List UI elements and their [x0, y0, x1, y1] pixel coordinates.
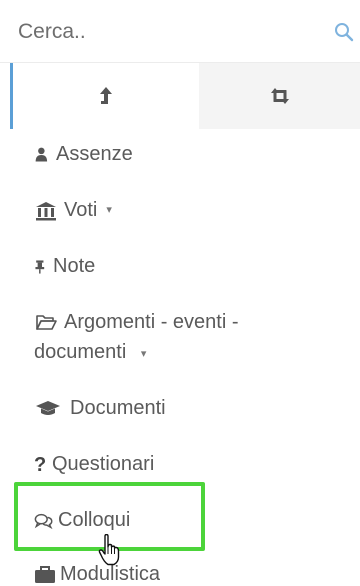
menu-item-label: Modulistica [60, 563, 161, 585]
menu-item-modulistica[interactable]: Modulistica [34, 563, 160, 586]
menu-item-label: Questionari [52, 453, 155, 475]
level-up-icon [100, 87, 112, 104]
chevron-down-icon: ▾ [106, 204, 112, 216]
sidebar-tabs [0, 63, 360, 129]
briefcase-icon [35, 565, 55, 583]
user-icon [35, 147, 48, 162]
menu-item-documenti[interactable]: Documenti [34, 397, 166, 420]
menu-item-argomenti[interactable]: Argomenti - eventi - documenti ▾ [34, 307, 334, 370]
folder-open-icon [36, 315, 57, 330]
menu-item-voti[interactable]: Voti ▾ [34, 199, 112, 222]
menu-item-label: Note [53, 255, 96, 277]
thumbtack-icon [35, 259, 45, 274]
retweet-icon [270, 88, 289, 104]
search-input[interactable] [18, 14, 318, 50]
graduation-cap-icon [36, 400, 60, 415]
question-icon: ? [34, 453, 47, 476]
menu-item-assenze[interactable]: Assenze [34, 143, 133, 166]
menu-item-label-line1: Argomenti - eventi - [64, 311, 239, 333]
hand-cursor-icon [98, 534, 120, 566]
menu-item-label: Documenti [70, 397, 166, 419]
menu-item-note[interactable]: Note [34, 255, 95, 278]
menu-item-questionari[interactable]: ? Questionari [34, 453, 154, 476]
bank-icon [36, 201, 56, 220]
tab-menu[interactable] [10, 63, 199, 129]
menu-item-label: Assenze [56, 143, 133, 165]
menu-item-label: Voti [64, 199, 98, 221]
menu-item-label-line2: documenti [34, 341, 127, 363]
chevron-down-icon: ▾ [140, 348, 147, 360]
search-icon[interactable] [334, 22, 354, 42]
search-bar [0, 0, 360, 63]
tab-retweet[interactable] [199, 63, 360, 129]
